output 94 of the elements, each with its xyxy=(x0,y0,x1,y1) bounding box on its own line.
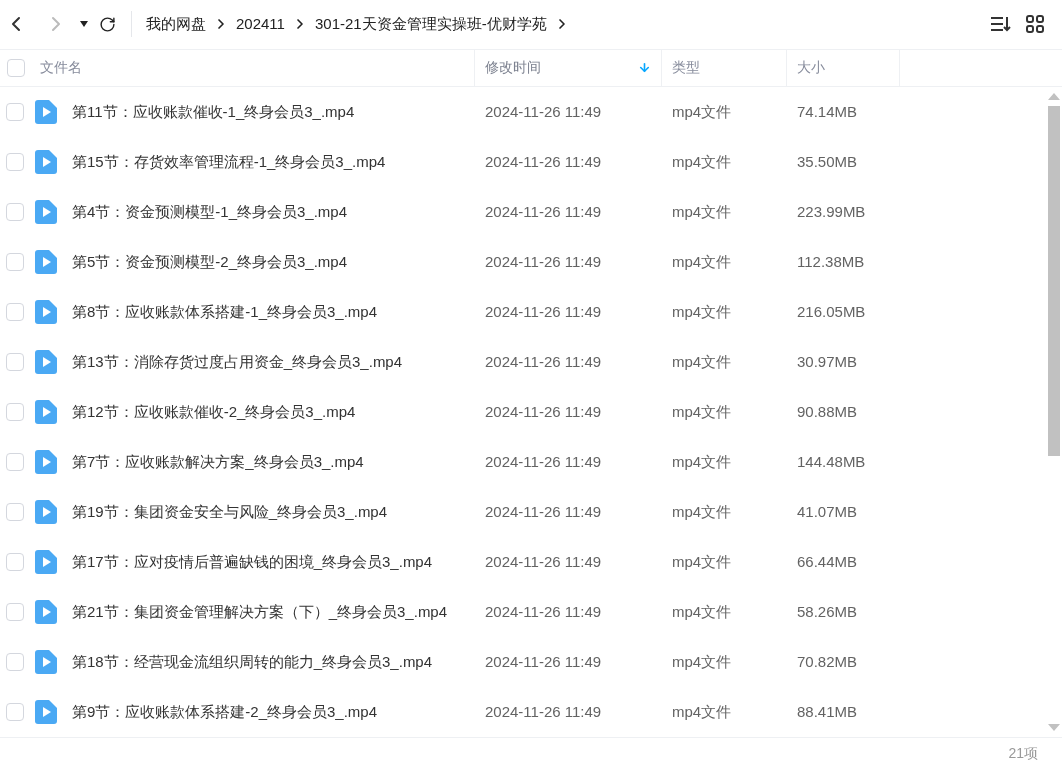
video-file-icon xyxy=(35,650,57,675)
file-name[interactable]: 第7节：应收账款解决方案_终身会员3_.mp4 xyxy=(72,451,364,474)
file-type: mp4文件 xyxy=(672,653,732,671)
checkbox[interactable] xyxy=(6,453,24,472)
file-type: mp4文件 xyxy=(672,703,732,721)
file-size: 216.05MB xyxy=(797,303,866,321)
video-file-icon xyxy=(35,250,57,275)
file-size: 41.07MB xyxy=(797,503,858,521)
column-header[interactable]: 修改时间 xyxy=(485,57,541,79)
scroll-up-icon[interactable] xyxy=(1047,93,1060,101)
modified-time: 2024-11-26 11:49 xyxy=(485,553,602,571)
video-file-icon xyxy=(35,100,57,125)
file-name[interactable]: 第11节：应收账款催收-1_终身会员3_.mp4 xyxy=(72,101,355,124)
file-size: 90.88MB xyxy=(797,403,858,421)
file-name[interactable]: 第5节：资金预测模型-2_终身会员3_.mp4 xyxy=(72,251,348,274)
file-name[interactable]: 第17节：应对疫情后普遍缺钱的困境_终身会员3_.mp4 xyxy=(72,551,433,574)
file-type: mp4文件 xyxy=(672,103,732,121)
modified-time: 2024-11-26 11:49 xyxy=(485,653,602,671)
video-file-icon xyxy=(35,300,57,325)
checkbox[interactable] xyxy=(6,203,24,222)
file-type: mp4文件 xyxy=(672,203,732,221)
breadcrumb-link[interactable]: 202411 xyxy=(236,13,285,36)
column-header[interactable]: 类型 xyxy=(672,57,700,79)
file-size: 88.41MB xyxy=(797,703,858,721)
file-name[interactable]: 第21节：集团资金管理解决方案（下）_终身会员3_.mp4 xyxy=(72,601,448,624)
file-name[interactable]: 第12节：应收账款催收-2_终身会员3_.mp4 xyxy=(72,401,356,424)
file-name[interactable]: 第13节：消除存货过度占用资金_终身会员3_.mp4 xyxy=(72,351,403,374)
video-file-icon xyxy=(35,450,57,475)
modified-time: 2024-11-26 11:49 xyxy=(485,203,602,221)
breadcrumb-link[interactable]: 301-21天资金管理实操班-优财学苑 xyxy=(314,13,547,36)
file-type: mp4文件 xyxy=(672,353,732,371)
column-header[interactable]: 大小 xyxy=(797,57,825,79)
file-type: mp4文件 xyxy=(672,553,732,571)
checkbox[interactable] xyxy=(6,703,24,722)
file-name[interactable]: 第4节：资金预测模型-1_终身会员3_.mp4 xyxy=(72,201,348,224)
column-header[interactable]: 文件名 xyxy=(40,57,82,79)
modified-time: 2024-11-26 11:49 xyxy=(485,253,602,271)
video-file-icon xyxy=(35,600,57,625)
modified-time: 2024-11-26 11:49 xyxy=(485,303,602,321)
video-file-icon xyxy=(35,350,57,375)
file-size: 66.44MB xyxy=(797,553,858,571)
sort-icon[interactable] xyxy=(990,16,1012,33)
checkbox[interactable] xyxy=(6,303,24,322)
modified-time: 2024-11-26 11:49 xyxy=(485,603,602,621)
checkbox[interactable] xyxy=(6,403,24,422)
file-size: 58.26MB xyxy=(797,603,858,621)
file-type: mp4文件 xyxy=(672,453,732,471)
modified-time: 2024-11-26 11:49 xyxy=(485,703,602,721)
video-file-icon xyxy=(35,700,57,725)
checkbox[interactable] xyxy=(6,58,25,77)
file-size: 30.97MB xyxy=(797,353,858,371)
checkbox[interactable] xyxy=(6,253,24,272)
video-file-icon xyxy=(35,550,57,575)
checkbox[interactable] xyxy=(6,153,24,172)
modified-time: 2024-11-26 11:49 xyxy=(485,103,602,121)
checkbox[interactable] xyxy=(6,353,24,372)
file-name[interactable]: 第19节：集团资金安全与风险_终身会员3_.mp4 xyxy=(72,501,388,524)
file-size: 74.14MB xyxy=(797,103,858,121)
modified-time: 2024-11-26 11:49 xyxy=(485,153,602,171)
file-type: mp4文件 xyxy=(672,503,732,521)
video-file-icon xyxy=(35,400,57,425)
refresh-icon[interactable] xyxy=(99,15,116,33)
file-type: mp4文件 xyxy=(672,253,732,271)
grid-icon[interactable] xyxy=(1026,15,1044,34)
dropdown-icon[interactable] xyxy=(80,21,88,28)
video-file-icon xyxy=(35,200,57,225)
checkbox[interactable] xyxy=(6,603,24,622)
file-name[interactable]: 第18节：经营现金流组织周转的能力_终身会员3_.mp4 xyxy=(72,651,433,674)
checkbox[interactable] xyxy=(6,103,24,122)
file-name[interactable]: 第8节：应收账款体系搭建-1_终身会员3_.mp4 xyxy=(72,301,378,324)
checkbox[interactable] xyxy=(6,503,24,522)
modified-time: 2024-11-26 11:49 xyxy=(485,453,602,471)
file-type: mp4文件 xyxy=(672,153,732,171)
checkbox[interactable] xyxy=(6,653,24,672)
file-type: mp4文件 xyxy=(672,603,732,621)
scrollbar-thumb[interactable] xyxy=(1047,106,1060,457)
video-file-icon xyxy=(35,150,57,175)
scroll-down-icon[interactable] xyxy=(1047,724,1060,732)
file-size: 223.99MB xyxy=(797,203,866,221)
file-name[interactable]: 第15节：存货效率管理流程-1_终身会员3_.mp4 xyxy=(72,151,386,174)
breadcrumb-link[interactable]: 我的网盘 xyxy=(146,13,206,36)
file-type: mp4文件 xyxy=(672,403,732,421)
video-file-icon xyxy=(35,500,57,525)
modified-time: 2024-11-26 11:49 xyxy=(485,403,602,421)
file-type: mp4文件 xyxy=(672,303,732,321)
file-size: 70.82MB xyxy=(797,653,858,671)
file-size: 144.48MB xyxy=(797,453,866,471)
file-size: 112.38MB xyxy=(797,253,865,271)
item-count: 21项 xyxy=(1008,744,1038,764)
file-size: 35.50MB xyxy=(797,153,858,171)
modified-time: 2024-11-26 11:49 xyxy=(485,353,602,371)
checkbox[interactable] xyxy=(6,553,24,572)
file-name[interactable]: 第9节：应收账款体系搭建-2_终身会员3_.mp4 xyxy=(72,701,378,724)
modified-time: 2024-11-26 11:49 xyxy=(485,503,602,521)
